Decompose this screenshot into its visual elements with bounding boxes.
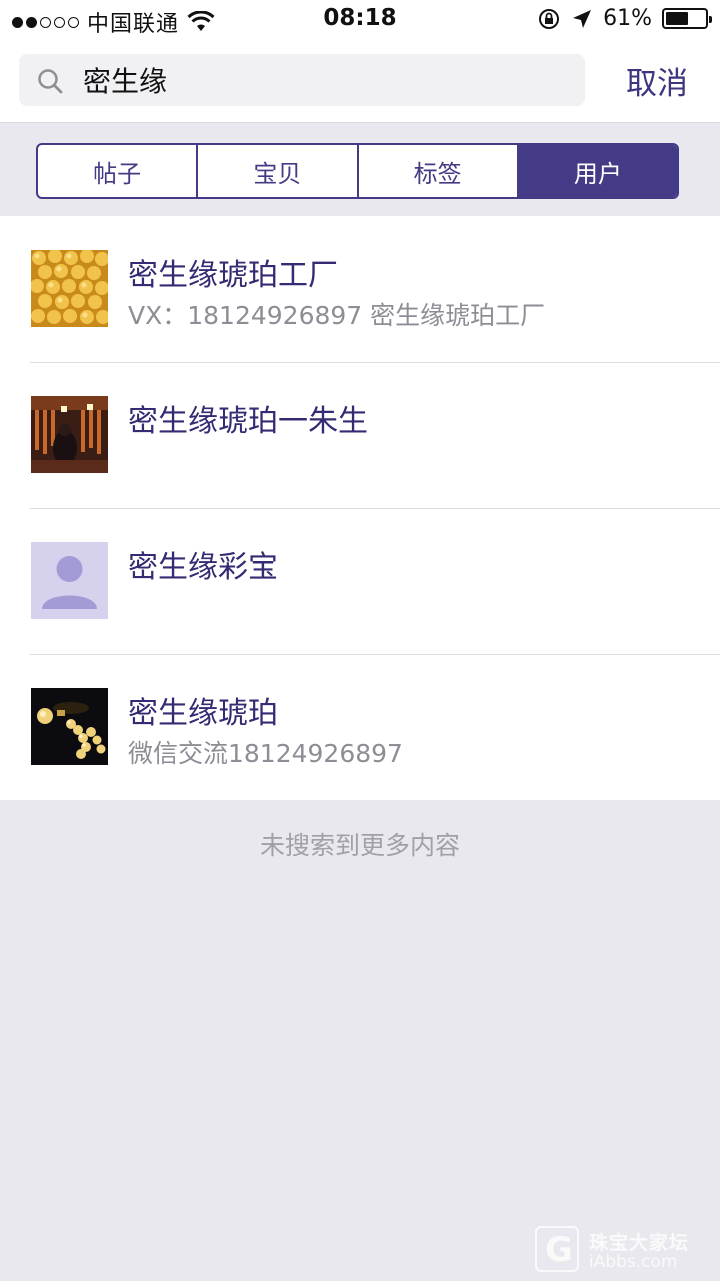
avatar <box>31 688 108 765</box>
segmented-control: 帖子 宝贝 标签 用户 <box>36 143 679 199</box>
search-input[interactable] <box>83 62 563 98</box>
status-right: 61% <box>537 6 712 31</box>
search-box[interactable] <box>19 54 585 106</box>
list-item[interactable]: 密生缘琥珀工厂 VX：18124926897 密生缘琥珀工厂 <box>0 216 720 362</box>
user-bio: VX：18124926897 密生缘琥珀工厂 <box>128 301 546 330</box>
battery-icon <box>662 8 712 29</box>
list-item[interactable]: 密生缘彩宝 <box>0 508 720 654</box>
battery-percentage: 61% <box>603 6 652 31</box>
default-user-avatar-icon <box>31 542 108 619</box>
cancel-button[interactable]: 取消 <box>614 58 700 102</box>
tab-tags[interactable]: 标签 <box>359 145 519 197</box>
search-icon <box>38 69 63 94</box>
orientation-lock-icon <box>539 8 560 29</box>
battery-level <box>666 12 688 25</box>
screen: 中国联通 08:18 61% 密生缘 取消 帖子 宝贝 标签 用户 密生缘琥珀工… <box>0 0 720 1281</box>
user-name: 密生缘琥珀工厂 <box>128 258 338 293</box>
tab-items[interactable]: 宝贝 <box>198 145 359 197</box>
search-header: 取消 <box>0 40 720 123</box>
user-name: 密生缘琥珀 <box>128 696 278 731</box>
tab-posts[interactable]: 帖子 <box>38 145 199 197</box>
user-name: 密生缘彩宝 <box>128 550 278 585</box>
watermark-logo: G 珠宝大家坛 iAbbs.com <box>535 1224 713 1276</box>
user-bio: 微信交流18124926897 <box>128 739 403 768</box>
avatar <box>31 250 108 327</box>
watermark-g-icon: G <box>535 1226 579 1272</box>
user-results-list: 密生缘琥珀工厂 VX：18124926897 密生缘琥珀工厂 密生缘琥珀一朱生 … <box>0 216 720 800</box>
no-more-results-text: 未搜索到更多内容 <box>259 831 460 860</box>
location-arrow-icon <box>573 9 592 28</box>
list-item[interactable]: 密生缘琥珀一朱生 <box>0 362 720 508</box>
tab-bar-container: 帖子 宝贝 标签 用户 <box>0 124 720 216</box>
list-item[interactable]: 密生缘琥珀 微信交流18124926897 <box>0 654 720 800</box>
tab-users[interactable]: 用户 <box>518 145 677 197</box>
avatar <box>31 396 108 473</box>
status-bar: 中国联通 08:18 61% <box>0 0 720 40</box>
watermark-title: 珠宝大家坛 <box>589 1232 690 1254</box>
watermark-url: iAbbs.com <box>589 1252 678 1272</box>
user-name: 密生缘琥珀一朱生 <box>128 404 368 439</box>
